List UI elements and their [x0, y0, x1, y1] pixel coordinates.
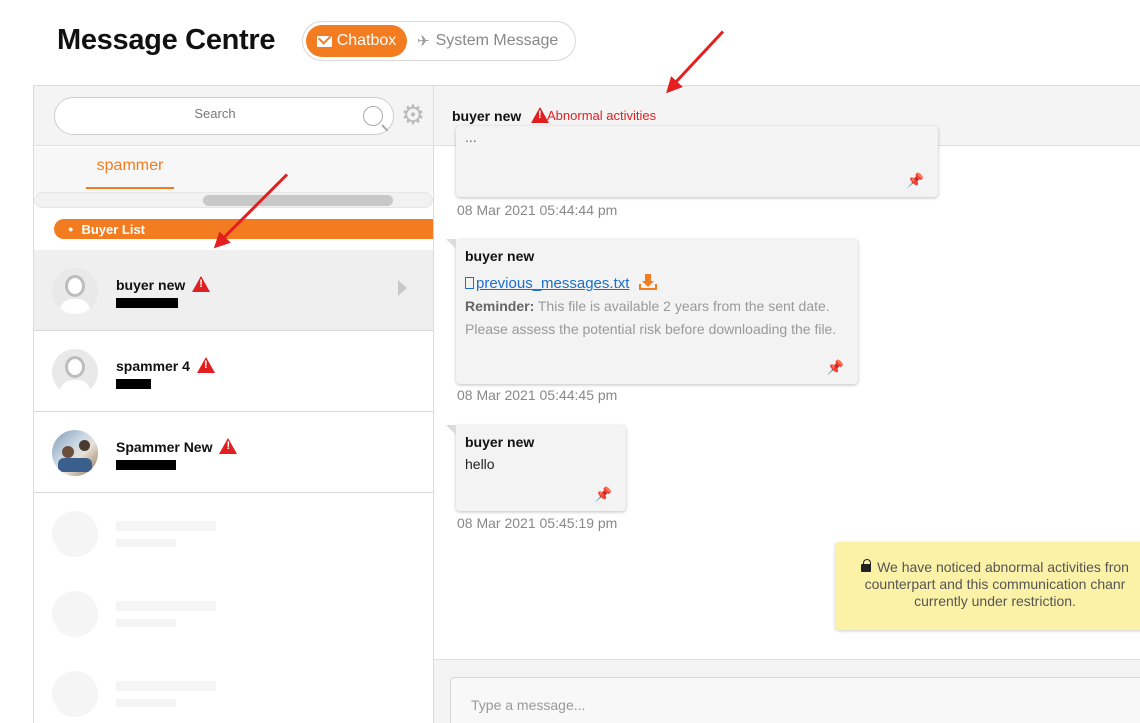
contacts-toolbar: ⚙: [34, 86, 433, 146]
message-timestamp: 08 Mar 2021 05:44:44 pm: [457, 202, 618, 218]
conversation-panel: buyer new Abnormal activities ... 📌 08 M…: [434, 85, 1140, 723]
photo-avatar: [52, 430, 98, 476]
reminder-line-2: Please assess the potential risk before …: [465, 321, 837, 337]
pin-icon[interactable]: 📌: [827, 359, 844, 376]
message-bubble-file: buyer new previous_messages.txt Reminder…: [446, 239, 858, 384]
attachment-link[interactable]: previous_messages.txt: [476, 275, 629, 292]
contact-name-row: spammer 4: [116, 357, 215, 374]
search-icon[interactable]: [363, 106, 383, 126]
tab-spammer[interactable]: spammer: [86, 157, 174, 189]
contact-name-row: Spammer New: [116, 438, 238, 455]
reminder-label: Reminder:: [465, 298, 535, 314]
paper-plane-icon: ✈: [417, 33, 430, 50]
message-bubble: buyer new hello 📌: [446, 425, 626, 511]
document-icon: [465, 277, 474, 289]
tab-chatbox-label: Chatbox: [336, 32, 397, 49]
message-sender: buyer new: [465, 248, 535, 264]
attachment-row: previous_messages.txt: [465, 274, 849, 292]
contact-name: spammer 4: [116, 358, 190, 374]
bullet-icon: ●: [68, 224, 74, 234]
message-centre-page: Message Centre Chatbox ✈ System Message …: [0, 0, 1140, 723]
warning-icon: [192, 276, 211, 292]
bubble-tail: [446, 239, 456, 249]
notice-line-2: counterpart and this communication chanr: [864, 576, 1126, 592]
message-text: ...: [465, 129, 477, 145]
reminder-line-1: This file is available 2 years from the …: [537, 298, 830, 314]
annotation-arrow: [667, 30, 725, 92]
message-bubble: ... 📌: [456, 126, 938, 197]
message-timestamp: 08 Mar 2021 05:45:19 pm: [457, 515, 618, 531]
redacted-preview: [116, 298, 178, 308]
status-warning-text: Abnormal activities: [547, 108, 657, 123]
compose-box[interactable]: [450, 677, 1140, 723]
pin-icon[interactable]: 📌: [907, 172, 924, 189]
restriction-notice: We have noticed abnormal activities fron…: [835, 542, 1140, 630]
faded-list-item: [52, 591, 252, 641]
notice-line-3: currently under restriction.: [914, 593, 1076, 609]
default-avatar-icon: [52, 268, 98, 314]
contact-item-spammer-new[interactable]: Spammer New: [34, 412, 433, 493]
search-input[interactable]: [65, 106, 365, 121]
message-sender: buyer new: [465, 434, 535, 450]
buyer-list-header[interactable]: ● Buyer List: [54, 219, 433, 239]
reminder-text: Reminder: This file is available 2 years…: [465, 295, 849, 341]
scrollbar-thumb[interactable]: [203, 195, 393, 206]
lock-icon: [861, 559, 872, 572]
redacted-preview: [116, 460, 176, 470]
warning-icon: [219, 438, 238, 454]
contact-item-buyer-new[interactable]: buyer new: [34, 250, 433, 331]
default-avatar-icon: [52, 349, 98, 395]
search-box: [54, 97, 394, 135]
contacts-panel: ⚙ spammer ● Buyer List buyer new spammer …: [33, 85, 434, 723]
tab-system-message[interactable]: ✈ System Message: [417, 25, 567, 57]
compose-area: [434, 659, 1140, 723]
notice-line-1: We have noticed abnormal activities fron: [835, 559, 1140, 576]
bubble-tail: [446, 425, 456, 435]
message-timestamp: 08 Mar 2021 05:44:45 pm: [457, 387, 618, 403]
chevron-right-icon: [398, 280, 407, 296]
mail-icon: [316, 35, 332, 47]
contact-item-spammer-4[interactable]: spammer 4: [34, 331, 433, 412]
contact-name: Spammer New: [116, 439, 213, 455]
download-icon[interactable]: [639, 274, 658, 290]
filter-tabs: spammer: [34, 147, 433, 193]
faded-list-item: [52, 511, 252, 561]
contact-name-row: buyer new: [116, 276, 211, 293]
buyer-list-label: Buyer List: [81, 222, 146, 237]
conversation-contact-name: buyer new: [452, 108, 522, 124]
message-text: hello: [465, 456, 495, 472]
message-input[interactable]: [471, 697, 1071, 713]
pin-icon[interactable]: 📌: [595, 486, 612, 503]
notice-text: We have noticed abnormal activities fron: [877, 559, 1129, 575]
faded-list-item: [52, 671, 252, 721]
horizontal-scrollbar[interactable]: [34, 192, 433, 208]
redacted-preview: [116, 379, 151, 389]
tab-system-message-label: System Message: [435, 32, 559, 49]
gear-icon[interactable]: ⚙: [400, 102, 426, 129]
view-switcher: Chatbox ✈ System Message: [302, 21, 576, 61]
tab-chatbox[interactable]: Chatbox: [306, 25, 407, 57]
warning-icon: [196, 357, 215, 373]
contact-name: buyer new: [116, 277, 186, 293]
page-title: Message Centre: [57, 24, 276, 56]
